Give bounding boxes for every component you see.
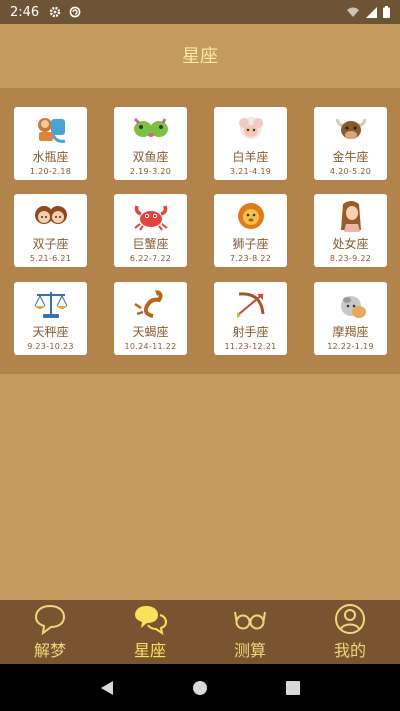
- zodiac-card-scorpio[interactable]: 天蝎座 10.24-11.22: [114, 282, 187, 355]
- zodiac-card-aquarius[interactable]: 水瓶座 1.20-2.18: [14, 107, 87, 180]
- zodiac-card-capricorn[interactable]: 摩羯座 12.22-1.19: [314, 282, 387, 355]
- bottom-nav: 解梦 星座 测算 我的: [0, 600, 400, 664]
- nav-tab-dream[interactable]: 解梦: [0, 600, 100, 664]
- status-bar: 2:46: [0, 0, 400, 24]
- zodiac-card-sagittarius[interactable]: 射手座 11.23-12.21: [214, 282, 287, 355]
- zodiac-card-leo[interactable]: 狮子座 7.23-8.22: [214, 194, 287, 267]
- nav-tab-profile[interactable]: 我的: [300, 600, 400, 664]
- zodiac-card-virgo[interactable]: 处女座 8.23-9.22: [314, 194, 387, 267]
- zodiac-card-libra[interactable]: 天秤座 9.23-10.23: [14, 282, 87, 355]
- sync-icon: [69, 6, 81, 18]
- zodiac-card-aries[interactable]: 白羊座 3.21-4.19: [214, 107, 287, 180]
- battery-icon: [383, 6, 390, 18]
- status-time: 2:46: [10, 4, 40, 20]
- zodiac-card-pisces[interactable]: 双鱼座 2.19-3.20: [114, 107, 187, 180]
- cancer-icon: [133, 205, 168, 231]
- zodiac-card-gemini[interactable]: 双子座 5.21-6.21: [14, 194, 87, 267]
- chat-bubbles-icon: [135, 606, 167, 635]
- sagittarius-icon: [236, 292, 264, 318]
- settings-icon: [50, 6, 61, 18]
- zodiac-card-taurus[interactable]: 金牛座 4.20-5.20: [314, 107, 387, 180]
- glasses-icon: [234, 611, 266, 630]
- recents-icon[interactable]: [285, 680, 301, 696]
- signal-icon: [366, 6, 377, 18]
- leo-icon: [237, 203, 264, 229]
- user-icon: [335, 604, 365, 634]
- virgo-icon: [340, 201, 361, 232]
- scorpio-icon: [133, 290, 163, 318]
- zodiac-grid: 水瓶座 1.20-2.18 双鱼座 2.19-3.20 白羊座 3.21-4.1…: [0, 88, 400, 374]
- libra-icon: [34, 292, 67, 318]
- back-icon[interactable]: [99, 680, 115, 696]
- aquarius-icon: [37, 118, 65, 143]
- speech-bubble-icon: [34, 604, 66, 635]
- gemini-icon: [34, 206, 67, 224]
- page-title: 星座: [182, 46, 218, 67]
- aries-icon: [238, 117, 263, 139]
- wifi-icon: [347, 7, 359, 17]
- app-header: 星座: [0, 24, 400, 86]
- nav-tab-fortune[interactable]: 测算: [200, 600, 300, 664]
- taurus-icon: [335, 118, 366, 139]
- system-nav-bar: [0, 664, 400, 711]
- nav-tab-zodiac[interactable]: 星座: [100, 600, 200, 664]
- pisces-icon: [133, 117, 168, 137]
- home-icon[interactable]: [192, 680, 208, 696]
- capricorn-icon: [340, 296, 366, 318]
- zodiac-card-cancer[interactable]: 巨蟹座 6.22-7.22: [114, 194, 187, 267]
